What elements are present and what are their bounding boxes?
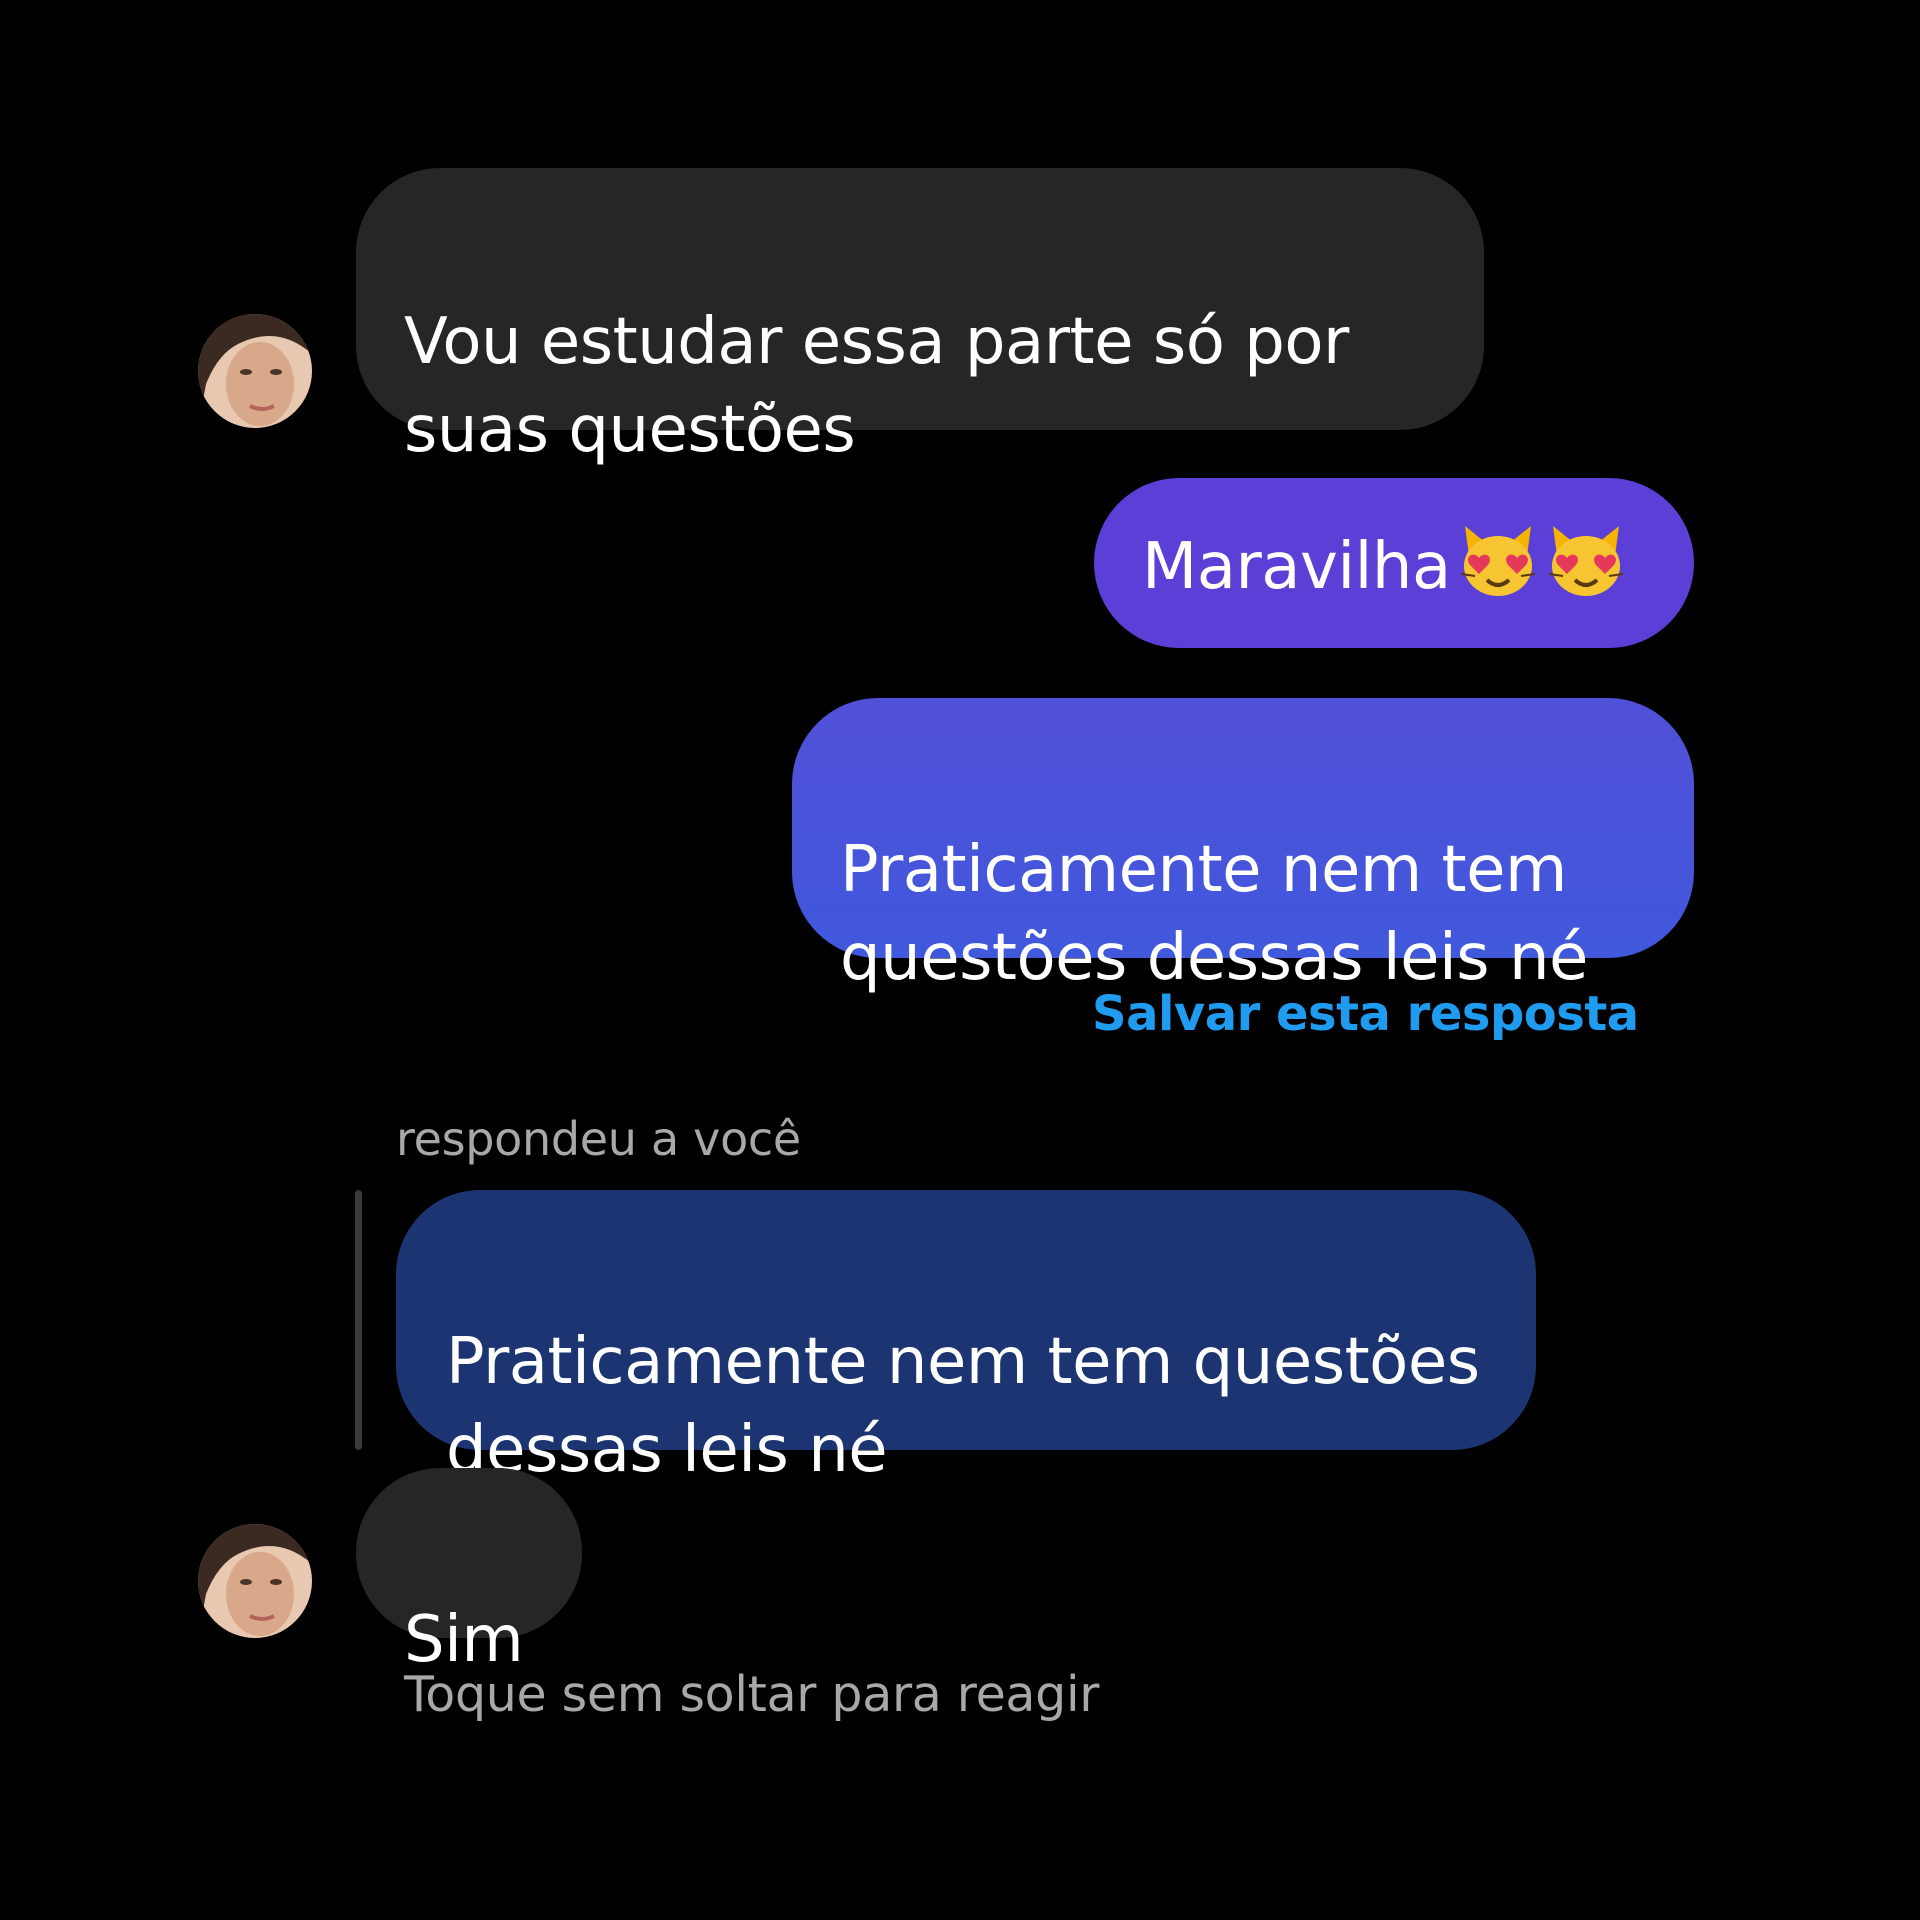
reaction-hint: Toque sem soltar para reagir (404, 1666, 1100, 1723)
message-bubble-incoming[interactable]: Vou estudar essa parte só por suas quest… (356, 168, 1484, 467)
save-reply-link[interactable]: Salvar esta resposta (1092, 986, 1639, 1042)
avatar-photo (198, 314, 312, 428)
quoted-message-bubble[interactable]: Praticamente nem tem questões dessas lei… (396, 1190, 1536, 1487)
quoted-message-text: Praticamente nem tem questões dessas lei… (446, 1325, 1480, 1487)
smiling-cat-heart-eyes-icon (1457, 518, 1539, 623)
smiling-cat-heart-eyes-icon (1545, 518, 1627, 623)
message-bubble-outgoing[interactable]: Maravilha (1094, 478, 1694, 648)
message-bubble-outgoing[interactable]: Praticamente nem tem questões dessas lei… (792, 698, 1694, 995)
avatar[interactable] (198, 314, 312, 428)
avatar[interactable] (198, 1524, 312, 1638)
message-text: Vou estudar essa parte só por suas quest… (404, 305, 1349, 467)
message-text: Praticamente nem tem questões dessas lei… (840, 833, 1588, 995)
message-bubble-incoming[interactable]: Sim (356, 1468, 582, 1677)
avatar-photo (198, 1524, 312, 1638)
reply-indicator-bar (355, 1190, 362, 1450)
message-text: Maravilha (1142, 530, 1451, 605)
reply-label: respondeu a você (396, 1112, 801, 1166)
